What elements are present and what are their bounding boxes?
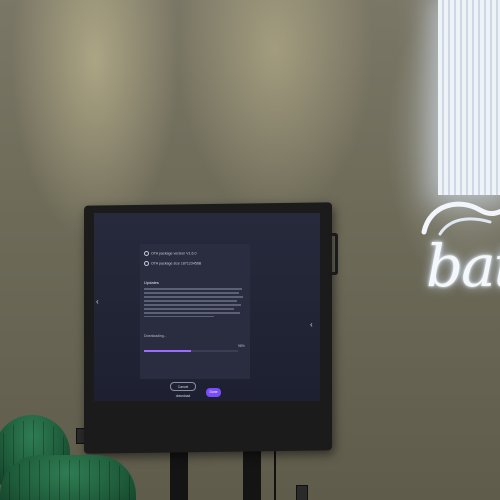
display-handle <box>325 233 338 275</box>
power-cable <box>274 445 290 500</box>
info-icon <box>144 251 149 256</box>
download-status-label: Downloading... <box>144 334 167 338</box>
package-size-text: OTA package size 187123456B <box>151 261 202 266</box>
cancel-download-button[interactable]: Cancel download <box>170 382 196 398</box>
package-version-text: OTA package version V1.6.0 <box>151 251 197 256</box>
package-row: OTA package version V1.6.0 <box>144 251 196 256</box>
package-row: OTA package size 187123456B <box>144 261 201 266</box>
sign-lettering: bath <box>426 232 500 300</box>
updates-title: Updates <box>144 280 159 285</box>
download-percent: 98% <box>238 344 245 348</box>
photo-scene: bath ‹ ‹ OTA package version V1.6.0 OTA … <box>0 0 500 500</box>
done-button[interactable]: Done <box>206 388 221 397</box>
download-progress-fill <box>144 350 191 352</box>
screen-right-arrow-icon[interactable]: ‹ <box>310 320 313 329</box>
update-notes-text <box>144 288 244 320</box>
wall-outlet-right <box>296 485 308 500</box>
sign-light-bars <box>438 0 500 195</box>
download-progress-bar <box>144 350 238 352</box>
screen-left-arrow-icon[interactable]: ‹ <box>96 297 99 306</box>
chair-channel-stitching <box>0 460 136 500</box>
info-icon <box>144 261 149 266</box>
